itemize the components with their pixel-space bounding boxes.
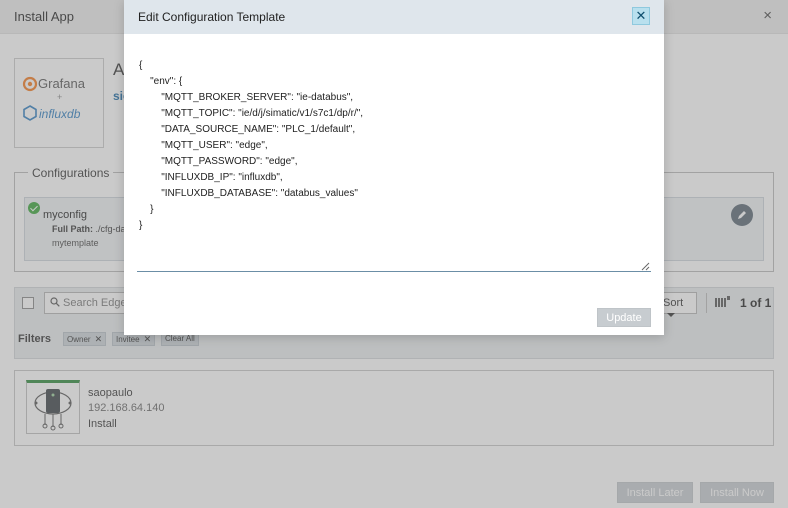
modal-title: Edit Configuration Template (138, 10, 286, 24)
edit-configuration-template-modal: Edit Configuration Template ✕ { "env": {… (124, 0, 664, 335)
resize-grip-icon[interactable] (641, 262, 650, 271)
close-icon[interactable]: ✕ (632, 7, 650, 25)
update-button[interactable]: Update (597, 308, 651, 327)
template-json-editor[interactable]: { "env": { "MQTT_BROKER_SERVER": "ie-dat… (137, 50, 651, 272)
